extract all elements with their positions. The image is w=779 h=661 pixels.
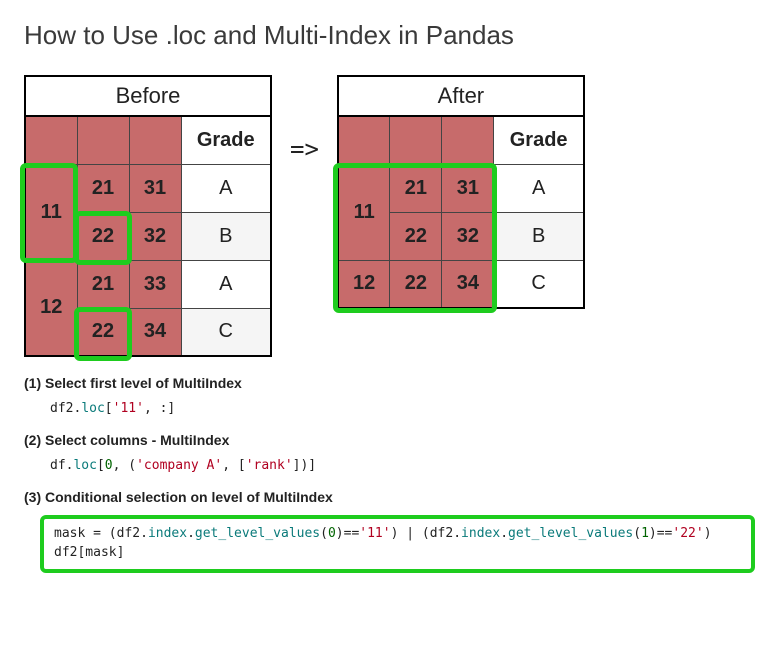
cell-grade: A <box>494 164 584 212</box>
step-1-code: df2.loc['11', :] <box>50 401 755 416</box>
cell-grade: B <box>494 212 584 260</box>
col-header-grade: Grade <box>181 116 271 164</box>
cell-grade: C <box>494 260 584 308</box>
page-title: How to Use .loc and Multi-Index in Panda… <box>24 20 755 51</box>
idx-l2: 21 <box>77 164 129 212</box>
before-table-wrap: Before Grade 11 21 31 A 22 32 B 12 21 <box>24 75 272 357</box>
tables-row: Before Grade 11 21 31 A 22 32 B 12 21 <box>24 75 755 357</box>
cell-grade: A <box>181 164 271 212</box>
idx-l3: 31 <box>442 164 494 212</box>
idx-l2: 22 <box>390 212 442 260</box>
before-table: Before Grade 11 21 31 A 22 32 B 12 21 <box>24 75 272 357</box>
idx-l1: 12 <box>25 260 77 356</box>
idx-l3: 34 <box>442 260 494 308</box>
after-table-wrap: After Grade 11 21 31 A 22 32 B 12 22 <box>337 75 585 309</box>
after-caption: After <box>337 75 585 115</box>
idx-l3: 32 <box>442 212 494 260</box>
idx-l3: 32 <box>129 212 181 260</box>
idx-l2: 21 <box>390 164 442 212</box>
idx-l3: 34 <box>129 308 181 356</box>
idx-blank <box>442 116 494 164</box>
idx-l3: 31 <box>129 164 181 212</box>
idx-blank <box>77 116 129 164</box>
arrow-icon: => <box>290 75 319 163</box>
idx-blank <box>390 116 442 164</box>
idx-l2: 21 <box>77 260 129 308</box>
step-2-code: df.loc[0, ('company A', ['rank'])] <box>50 458 755 473</box>
idx-blank <box>129 116 181 164</box>
idx-l2: 22 <box>390 260 442 308</box>
cell-grade: C <box>181 308 271 356</box>
col-header-grade: Grade <box>494 116 584 164</box>
idx-blank <box>338 116 390 164</box>
idx-l1: 12 <box>338 260 390 308</box>
cell-grade: B <box>181 212 271 260</box>
idx-l1: 11 <box>25 164 77 260</box>
after-table: After Grade 11 21 31 A 22 32 B 12 22 <box>337 75 585 309</box>
step-3-label: (3) Conditional selection on level of Mu… <box>24 489 755 505</box>
step-2-label: (2) Select columns - MultiIndex <box>24 432 755 448</box>
idx-blank <box>25 116 77 164</box>
cell-grade: A <box>181 260 271 308</box>
idx-l2: 22 <box>77 212 129 260</box>
before-caption: Before <box>24 75 272 115</box>
idx-l2: 22 <box>77 308 129 356</box>
step-3-code: mask = (df2.index.get_level_values(0)=='… <box>40 515 755 573</box>
idx-l1: 11 <box>338 164 390 260</box>
idx-l3: 33 <box>129 260 181 308</box>
step-1-label: (1) Select first level of MultiIndex <box>24 375 755 391</box>
